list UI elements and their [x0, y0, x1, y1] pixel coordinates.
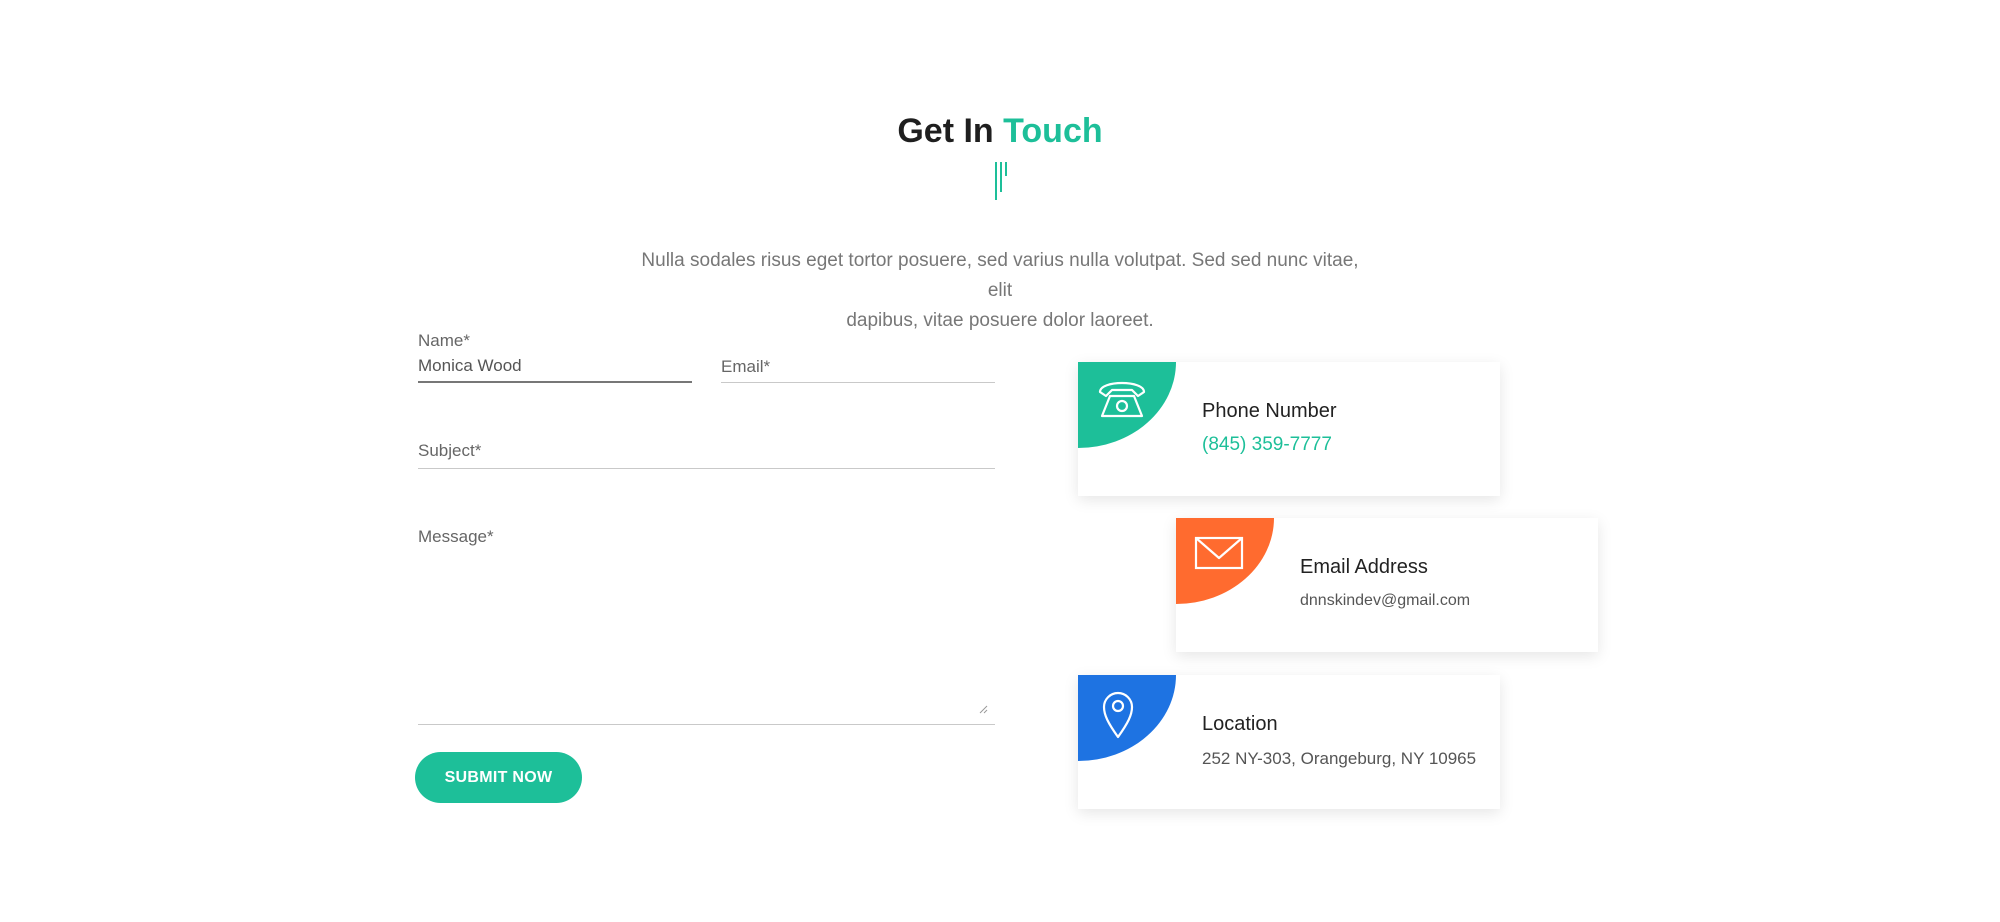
subject-underline — [418, 468, 995, 469]
email-card-badge — [1176, 518, 1274, 604]
email-card: Email Address dnnskindev@gmail.com — [1176, 518, 1598, 652]
envelope-icon — [1194, 536, 1244, 570]
name-input[interactable]: Monica Wood — [418, 356, 522, 376]
email-address[interactable]: dnnskindev@gmail.com — [1300, 592, 1470, 610]
section-title: Get In Touch — [0, 112, 2000, 151]
name-label: Name* — [418, 331, 470, 350]
section-intro: Nulla sodales risus eget tortor posuere,… — [640, 246, 1360, 336]
map-pin-icon — [1102, 691, 1134, 739]
location-card-title: Location — [1202, 713, 1278, 735]
submit-button[interactable]: SUBMIT NOW — [415, 752, 582, 803]
location-address: 252 NY-303, Orangeburg, NY 10965 — [1202, 749, 1477, 768]
location-card-badge — [1078, 675, 1176, 761]
resize-handle-icon[interactable] — [978, 704, 988, 714]
name-underline — [418, 381, 692, 383]
email-card-title: Email Address — [1300, 556, 1428, 578]
title-divider — [995, 162, 1011, 202]
intro-line-1: Nulla sodales risus eget tortor posuere,… — [641, 250, 1359, 301]
phone-card-badge — [1078, 362, 1176, 448]
message-label: Message* — [418, 527, 494, 546]
phone-number[interactable]: (845) 359-7777 — [1202, 434, 1332, 456]
email-label: Email* — [721, 357, 771, 376]
phone-icon — [1098, 382, 1146, 418]
phone-card-title: Phone Number — [1202, 400, 1337, 422]
message-underline — [418, 724, 995, 725]
subject-label: Subject* — [418, 441, 482, 460]
title-accent: Touch — [1003, 112, 1103, 150]
title-plain: Get In — [897, 112, 994, 150]
intro-line-2: dapibus, vitae posuere dolor laoreet. — [846, 310, 1154, 331]
email-underline — [721, 382, 995, 383]
location-card: Location 252 NY-303, Orangeburg, NY 1096… — [1078, 675, 1500, 809]
phone-card: Phone Number (845) 359-7777 — [1078, 362, 1500, 496]
